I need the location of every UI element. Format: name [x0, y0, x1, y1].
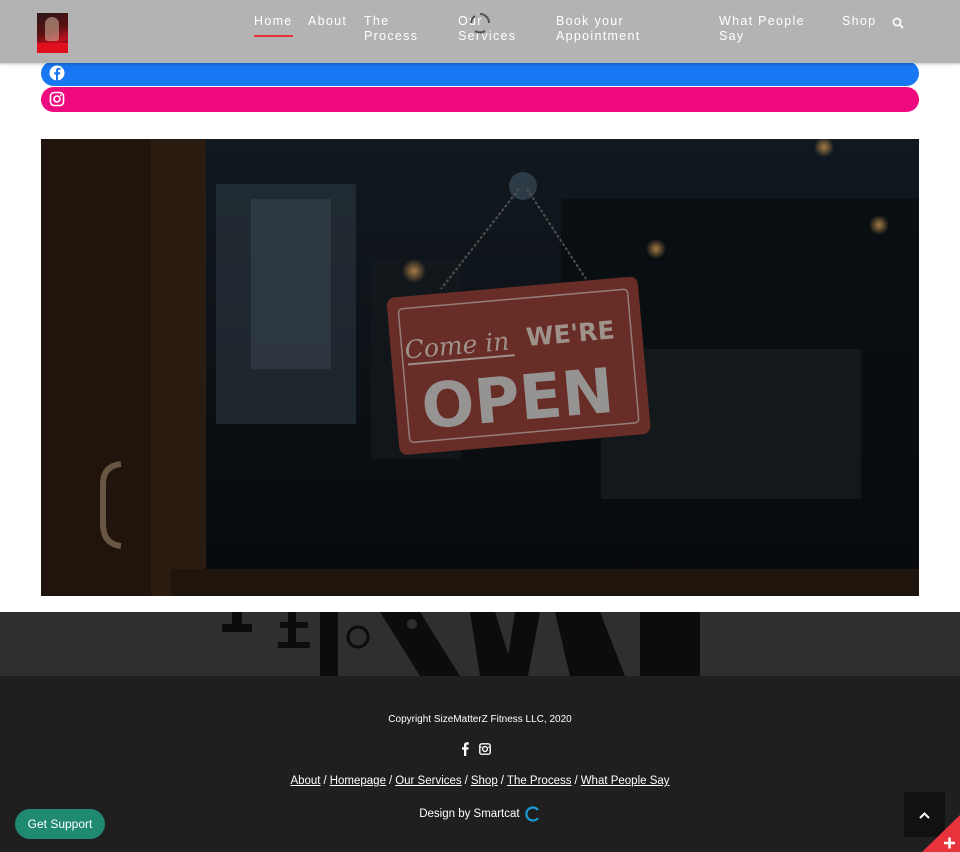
footer-link-what-people-say[interactable]: What People Say: [581, 775, 670, 787]
footer-link-shop[interactable]: Shop: [471, 775, 498, 787]
open-sign-photo: Come in WE'RE OPEN: [41, 139, 919, 596]
site-header: Home About The Process Our Services Book…: [0, 0, 960, 63]
site-footer: Copyright SizeMatterZ Fitness LLC, 2020 …: [0, 676, 960, 852]
link-separator: /: [500, 775, 504, 787]
footer-link-about[interactable]: About: [290, 775, 320, 787]
copyright-text: Copyright SizeMatterZ Fitness LLC, 2020: [388, 714, 572, 725]
facebook-icon[interactable]: [460, 742, 470, 756]
nav-item-book-appointment[interactable]: Book your Appointment: [556, 14, 676, 44]
link-separator: /: [464, 775, 468, 787]
nav-item-about[interactable]: About: [308, 14, 347, 29]
link-separator: /: [574, 775, 578, 787]
corner-plus-button[interactable]: [922, 815, 960, 852]
open-sign-illustration: Come in WE'RE OPEN: [41, 139, 919, 596]
instagram-icon: [49, 91, 65, 107]
nav-item-shop[interactable]: Shop: [842, 14, 876, 29]
footer-link-the-process[interactable]: The Process: [507, 775, 572, 787]
link-separator: /: [323, 775, 327, 787]
design-credit: Design by Smartcat: [0, 806, 960, 822]
link-separator: /: [388, 775, 393, 787]
search-icon[interactable]: [892, 17, 904, 29]
nav-item-the-process[interactable]: The Process: [364, 14, 434, 44]
facebook-icon: [49, 65, 65, 81]
footer-link-our-services[interactable]: Our Services: [395, 775, 461, 787]
instagram-share-bar[interactable]: [41, 87, 919, 112]
nav-item-home[interactable]: Home: [254, 14, 293, 37]
footer-social-icons: [460, 742, 500, 756]
logo-bar: [37, 43, 68, 53]
smartcat-logo-icon: [525, 806, 539, 822]
instagram-icon[interactable]: [479, 743, 491, 755]
logo-figure: [45, 17, 59, 41]
footer-links: About / Homepage / Our Services / Shop / The Pro…: [0, 775, 960, 787]
facebook-share-bar[interactable]: [41, 61, 919, 86]
footer-link-homepage[interactable]: Homepage: [330, 775, 386, 787]
nav-item-what-people-say[interactable]: What People Say: [719, 14, 819, 44]
design-credit-text[interactable]: Design by Smartcat: [419, 808, 519, 820]
loading-spinner-icon: [470, 13, 490, 34]
get-support-button[interactable]: Get Support: [15, 809, 105, 839]
site-logo[interactable]: [37, 13, 68, 53]
barber-tools-band: [0, 612, 960, 676]
barber-tools-icon: [222, 612, 700, 676]
